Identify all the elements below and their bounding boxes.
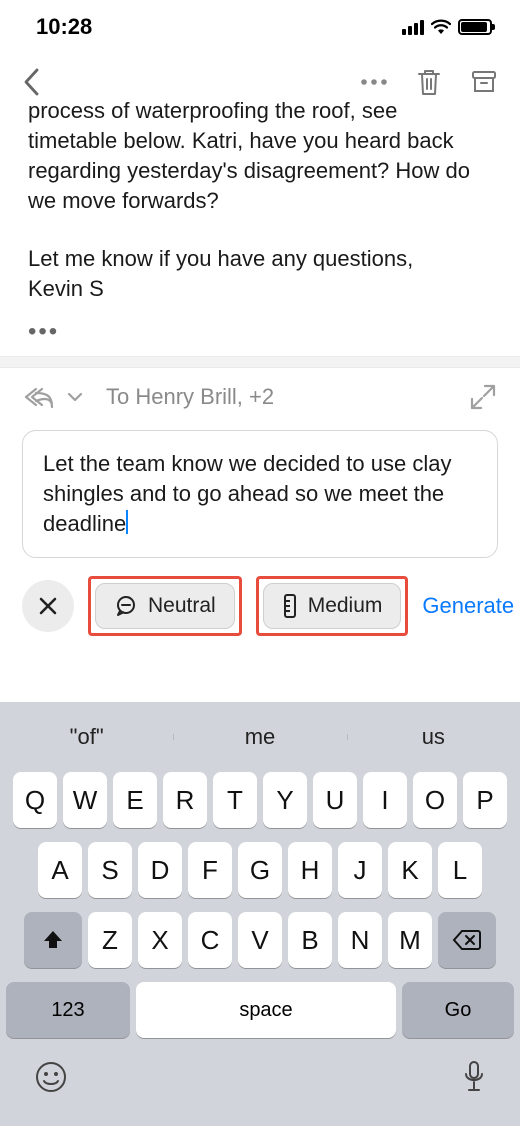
key-q[interactable]: Q (13, 772, 57, 828)
key-v[interactable]: V (238, 912, 282, 968)
wifi-icon (430, 19, 452, 35)
dismiss-button[interactable] (22, 580, 74, 632)
chevron-down-icon (66, 391, 84, 403)
key-m[interactable]: M (388, 912, 432, 968)
ruler-icon (282, 593, 298, 619)
reply-all-button[interactable] (22, 385, 58, 409)
generate-button[interactable]: Generate (422, 593, 516, 619)
key-b[interactable]: B (288, 912, 332, 968)
key-row-3: Z X C V B N M (6, 912, 514, 968)
key-i[interactable]: I (363, 772, 407, 828)
key-k[interactable]: K (388, 842, 432, 898)
email-body: process of waterproofing the roof, see t… (0, 96, 520, 304)
key-w[interactable]: W (63, 772, 107, 828)
key-o[interactable]: O (413, 772, 457, 828)
reply-header: To Henry Brill, +2 (0, 368, 520, 420)
close-icon (37, 595, 59, 617)
recipients-field[interactable]: To Henry Brill, +2 (106, 384, 274, 410)
tone-chip-highlight: Neutral (88, 576, 242, 636)
suggestion-bar: "of" me us (0, 710, 520, 764)
shift-key[interactable] (24, 912, 82, 968)
speech-bubble-icon (114, 595, 138, 617)
section-divider (0, 356, 520, 368)
email-closing: Let me know if you have any questions, K… (28, 244, 492, 304)
chevron-left-icon (22, 67, 42, 97)
backspace-icon (452, 929, 482, 951)
status-bar: 10:28 (0, 0, 520, 54)
key-d[interactable]: D (138, 842, 182, 898)
key-t[interactable]: T (213, 772, 257, 828)
compose-text: Let the team know we decided to use clay… (43, 451, 451, 536)
key-n[interactable]: N (338, 912, 382, 968)
email-sender: Kevin S (28, 276, 104, 301)
numbers-key[interactable]: 123 (6, 982, 130, 1038)
smile-icon (34, 1060, 68, 1094)
key-l[interactable]: L (438, 842, 482, 898)
more-button[interactable] (360, 78, 388, 86)
generation-controls: Neutral Medium Generate (0, 558, 520, 652)
keyboard-footer (0, 1048, 520, 1126)
tone-label: Neutral (148, 594, 216, 618)
key-e[interactable]: E (113, 772, 157, 828)
dictation-button[interactable] (462, 1060, 486, 1094)
key-f[interactable]: F (188, 842, 232, 898)
expand-compose-button[interactable] (468, 382, 498, 412)
key-s[interactable]: S (88, 842, 132, 898)
key-u[interactable]: U (313, 772, 357, 828)
reply-all-icon (22, 385, 58, 409)
archive-button[interactable] (470, 68, 498, 96)
delete-button[interactable] (416, 67, 442, 97)
key-x[interactable]: X (138, 912, 182, 968)
closing-line: Let me know if you have any questions, (28, 246, 413, 271)
reply-mode-dropdown[interactable] (66, 391, 84, 403)
suggestion-0[interactable]: "of" (0, 724, 173, 750)
length-chip-highlight: Medium (256, 576, 409, 636)
key-j[interactable]: J (338, 842, 382, 898)
compose-textarea[interactable]: Let the team know we decided to use clay… (22, 430, 498, 558)
back-button[interactable] (22, 67, 42, 97)
tone-chip[interactable]: Neutral (95, 583, 235, 629)
space-key[interactable]: space (136, 982, 396, 1038)
key-a[interactable]: A (38, 842, 82, 898)
keyboard: "of" me us Q W E R T Y U I O P A S D F G… (0, 702, 520, 1126)
backspace-key[interactable] (438, 912, 496, 968)
expand-truncation-button[interactable]: ••• (0, 318, 520, 346)
key-row-1: Q W E R T Y U I O P (6, 772, 514, 828)
status-indicators (402, 19, 492, 35)
cellular-signal-icon (402, 19, 424, 35)
text-cursor (126, 510, 128, 534)
key-r[interactable]: R (163, 772, 207, 828)
key-g[interactable]: G (238, 842, 282, 898)
emoji-button[interactable] (34, 1060, 68, 1094)
battery-icon (458, 19, 492, 35)
trash-icon (416, 67, 442, 97)
key-z[interactable]: Z (88, 912, 132, 968)
length-label: Medium (308, 594, 383, 618)
key-h[interactable]: H (288, 842, 332, 898)
suggestion-1[interactable]: me (173, 724, 346, 750)
ellipsis-icon (360, 78, 388, 86)
expand-arrows-icon (468, 382, 498, 412)
shift-arrow-icon (41, 928, 65, 952)
key-c[interactable]: C (188, 912, 232, 968)
archive-icon (470, 68, 498, 96)
email-paragraph: process of waterproofing the roof, see t… (28, 96, 492, 216)
length-chip[interactable]: Medium (263, 583, 402, 629)
key-row-2: A S D F G H J K L (6, 842, 514, 898)
microphone-icon (462, 1060, 486, 1094)
key-y[interactable]: Y (263, 772, 307, 828)
key-p[interactable]: P (463, 772, 507, 828)
go-key[interactable]: Go (402, 982, 514, 1038)
suggestion-2[interactable]: us (347, 724, 520, 750)
key-row-bottom: 123 space Go (0, 982, 520, 1048)
status-time: 10:28 (36, 14, 92, 40)
